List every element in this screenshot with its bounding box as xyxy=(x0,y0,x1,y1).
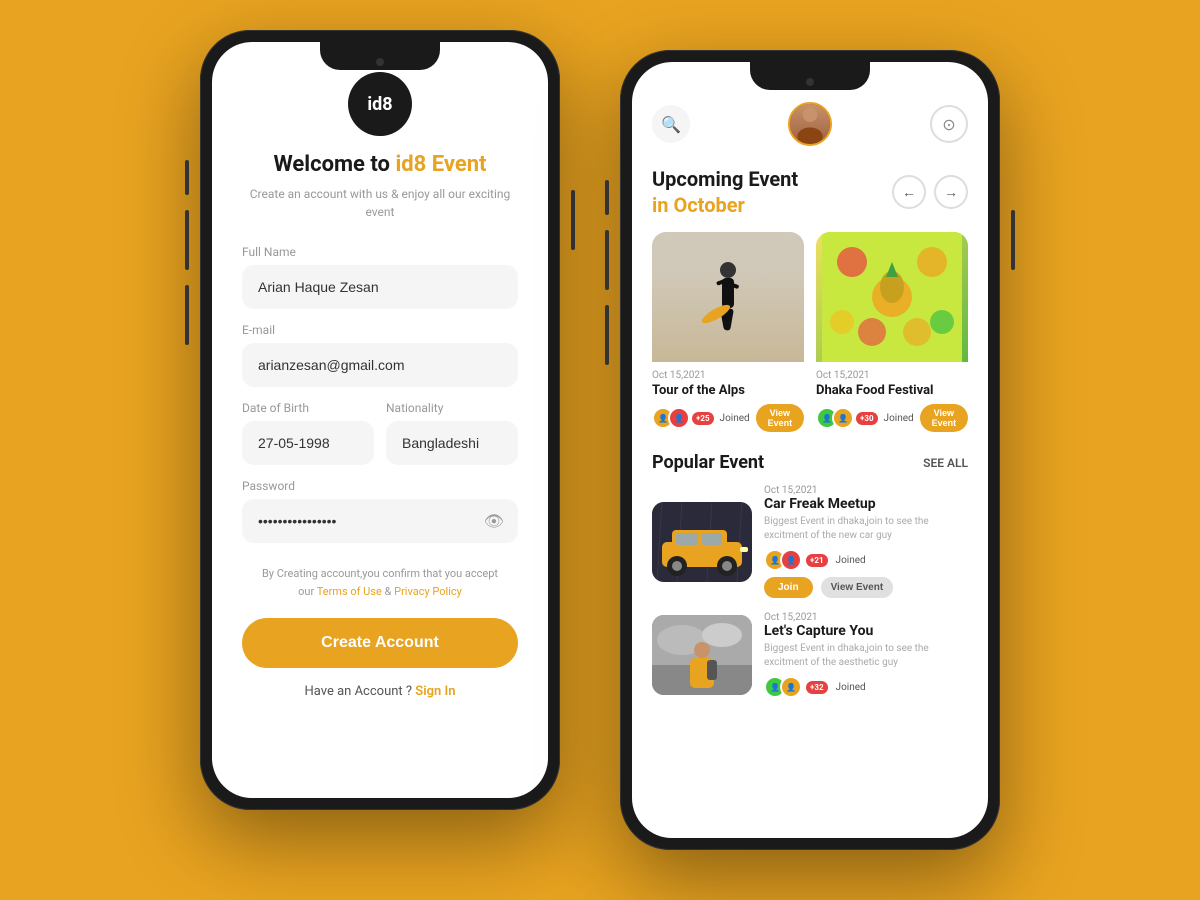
popular-info-1: Oct 15,2021 Let's Capture You Biggest Ev… xyxy=(764,612,968,698)
full-name-input[interactable] xyxy=(242,265,518,309)
join-button-0[interactable]: Join xyxy=(764,577,813,598)
password-group: Password 👁 xyxy=(242,479,518,543)
nationality-input[interactable] xyxy=(386,421,518,465)
nationality-label: Nationality xyxy=(386,401,518,415)
password-wrapper: 👁 xyxy=(242,499,518,543)
popular-buttons-0: Join View Event xyxy=(764,577,968,598)
nav-arrows: ← → xyxy=(892,175,968,209)
camera-left xyxy=(376,58,384,66)
event-date-1: Oct 15,2021 xyxy=(816,370,968,381)
event-image-surfer xyxy=(652,232,804,362)
popular-event-title-0: Car Freak Meetup xyxy=(764,496,968,512)
app-header: 🔍 ⊙ xyxy=(652,102,968,146)
mini-avatar-2: 👤 xyxy=(668,407,690,429)
eye-icon[interactable]: 👁 xyxy=(484,512,504,531)
upcoming-title: Upcoming Event xyxy=(652,166,798,192)
event-date-0: Oct 15,2021 xyxy=(652,370,804,381)
upcoming-title-block: Upcoming Event in October xyxy=(652,166,798,218)
left-phone-screen: id8 Welcome to id8 Event Create an accou… xyxy=(212,42,548,798)
welcome-title: Welcome to id8 Event xyxy=(273,152,486,177)
upcoming-events-grid: Oct 15,2021 Tour of the Alps 👤 👤 +25 Joi… xyxy=(652,232,968,432)
popular-info-0: Oct 15,2021 Car Freak Meetup Biggest Eve… xyxy=(764,485,968,598)
password-input[interactable] xyxy=(242,499,518,543)
joined-label-0: Joined xyxy=(720,413,750,424)
view-event-btn-1[interactable]: View Event xyxy=(920,404,968,432)
see-all-button[interactable]: SEE ALL xyxy=(923,456,968,470)
popular-count-0: +21 xyxy=(806,554,828,567)
camera-right xyxy=(806,78,814,86)
popular-card-0: Oct 15,2021 Car Freak Meetup Biggest Eve… xyxy=(652,485,968,598)
dob-input[interactable] xyxy=(242,421,374,465)
password-label: Password xyxy=(242,479,518,493)
popular-image-person xyxy=(652,615,752,695)
prev-arrow[interactable]: ← xyxy=(892,175,926,209)
terms-of-use-link[interactable]: Terms of Use xyxy=(317,585,382,598)
event-meta-1: 👤 👤 +30 Joined View Event xyxy=(816,404,968,432)
popular-meta-1: 👤 👤 +32 Joined xyxy=(764,676,968,698)
popular-card-1: Oct 15,2021 Let's Capture You Biggest Ev… xyxy=(652,612,968,698)
event-meta-0: 👤 👤 +25 Joined View Event xyxy=(652,404,804,432)
app-logo: id8 xyxy=(348,72,412,136)
joined-count-0: +25 xyxy=(692,412,714,425)
popular-date-1: Oct 15,2021 xyxy=(764,612,968,623)
joined-count-1: +30 xyxy=(856,412,878,425)
mini-avatar-8: 👤 xyxy=(780,676,802,698)
person-visual xyxy=(652,615,752,695)
popular-meta-0: 👤 👤 +21 Joined xyxy=(764,549,968,571)
popular-desc-0: Biggest Event in dhaka,join to see the e… xyxy=(764,515,968,543)
left-phone: id8 Welcome to id8 Event Create an accou… xyxy=(200,30,560,810)
right-phone: 🔍 ⊙ Upcomin xyxy=(620,50,1000,850)
popular-date-0: Oct 15,2021 xyxy=(764,485,968,496)
event-card-0: Oct 15,2021 Tour of the Alps 👤 👤 +25 Joi… xyxy=(652,232,804,432)
privacy-policy-link[interactable]: Privacy Policy xyxy=(394,585,462,598)
user-avatar[interactable] xyxy=(788,102,832,146)
signin-text: Have an Account ? Sign In xyxy=(305,684,456,699)
avatar-image xyxy=(790,104,830,144)
upcoming-month: in October xyxy=(652,192,798,218)
dob-label: Date of Birth xyxy=(242,401,374,415)
popular-desc-1: Biggest Event in dhaka,join to see the e… xyxy=(764,642,968,670)
avatar-stack-popular-0: 👤 👤 xyxy=(764,549,796,571)
event-card-1: Oct 15,2021 Dhaka Food Festival 👤 👤 +30 … xyxy=(816,232,968,432)
upcoming-section-header: Upcoming Event in October ← → xyxy=(652,166,968,218)
next-arrow[interactable]: → xyxy=(934,175,968,209)
create-account-button[interactable]: Create Account xyxy=(242,618,518,668)
avatar-stack-0: 👤 👤 xyxy=(652,407,684,429)
dob-nationality-row: Date of Birth Nationality xyxy=(242,401,518,465)
popular-image-car xyxy=(652,502,752,582)
popular-section-header: Popular Event SEE ALL xyxy=(652,452,968,473)
mini-avatar-4: 👤 xyxy=(832,407,854,429)
right-phone-screen: 🔍 ⊙ Upcomin xyxy=(632,62,988,838)
dob-group: Date of Birth xyxy=(242,401,374,465)
event-image-food xyxy=(816,232,968,362)
email-label: E-mail xyxy=(242,323,518,337)
sign-in-link[interactable]: Sign In xyxy=(415,684,455,699)
car-visual xyxy=(652,502,752,582)
avatar-stack-1: 👤 👤 xyxy=(816,407,848,429)
search-button[interactable]: 🔍 xyxy=(652,105,690,143)
avatar-stack-popular-1: 👤 👤 xyxy=(764,676,796,698)
mini-avatar-6: 👤 xyxy=(780,549,802,571)
phones-container: id8 Welcome to id8 Event Create an accou… xyxy=(200,50,1000,850)
popular-joined-1: Joined xyxy=(836,682,866,693)
popular-count-1: +32 xyxy=(806,681,828,694)
settings-button[interactable]: ⊙ xyxy=(930,105,968,143)
full-name-group: Full Name xyxy=(242,245,518,309)
popular-title: Popular Event xyxy=(652,452,764,473)
terms-text: By Creating account,you confirm that you… xyxy=(262,565,498,600)
view-event-popular-btn-0[interactable]: View Event xyxy=(821,577,894,598)
full-name-label: Full Name xyxy=(242,245,518,259)
event-title-0: Tour of the Alps xyxy=(652,383,804,398)
view-event-btn-0[interactable]: View Event xyxy=(756,404,804,432)
joined-label-1: Joined xyxy=(884,413,914,424)
welcome-subtitle: Create an account with us & enjoy all ou… xyxy=(242,185,518,221)
email-input[interactable] xyxy=(242,343,518,387)
popular-joined-0: Joined xyxy=(836,555,866,566)
nationality-group: Nationality xyxy=(386,401,518,465)
email-group: E-mail xyxy=(242,323,518,387)
popular-event-title-1: Let's Capture You xyxy=(764,623,968,639)
event-title-1: Dhaka Food Festival xyxy=(816,383,968,398)
